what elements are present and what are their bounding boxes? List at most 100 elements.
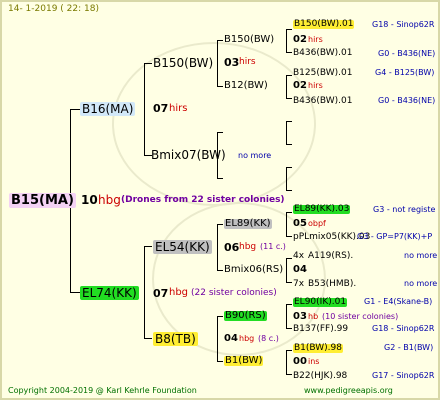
ss-queen-name[interactable]: B150(BW)	[153, 57, 213, 69]
ssd-mark: hirs	[308, 81, 323, 90]
dds-year: 04	[224, 333, 238, 344]
dsdd-ref: no more	[404, 279, 438, 288]
dddd-queen-name[interactable]: B22(HJK).98	[293, 372, 347, 381]
connector	[286, 282, 292, 283]
connector	[144, 246, 145, 338]
sssd-ref: G0 - B436(NE)	[378, 49, 436, 58]
dsdd-queen-name[interactable]: B53(HMB).	[308, 280, 356, 289]
dam-mark: hbg	[169, 287, 189, 298]
connector	[217, 224, 223, 225]
connector	[217, 40, 223, 41]
dam-year: 07	[153, 287, 169, 300]
dds-top-mark: hb	[308, 312, 319, 321]
footer-url[interactable]: www.pedigreeapis.org	[304, 387, 393, 395]
root-year: 10	[81, 193, 98, 207]
ds-mark: hbg	[239, 242, 257, 252]
ssss-ref: G18 - Sinop62R	[372, 20, 435, 29]
connector	[286, 190, 292, 191]
root-note: (Drones from 22 sister colonies)	[121, 195, 285, 205]
sire-year: 07	[153, 102, 169, 115]
dds-queen-name[interactable]: B90(RS)	[224, 311, 267, 321]
connector	[70, 109, 80, 110]
ddsd-queen-name[interactable]: B137(FF).99	[293, 325, 348, 334]
connector	[286, 350, 287, 374]
connector	[144, 63, 152, 64]
dss-queen-name[interactable]: EL89(KK)	[224, 219, 272, 229]
connector	[217, 132, 223, 133]
ddsd-ref: G18 - Sinop62R	[372, 324, 435, 333]
dsss-queen-name[interactable]: EL89(KK).03	[293, 205, 351, 214]
connector	[286, 374, 292, 375]
dsds-ref: no more	[404, 251, 438, 260]
ddds-ref: G2 - B1(BW)	[384, 343, 434, 352]
dd-queen-name[interactable]: B8(TB)	[153, 332, 198, 346]
connector	[286, 258, 287, 282]
sd-queen-name[interactable]: Bmix07(BW)	[151, 149, 226, 161]
sss-queen-name[interactable]: B150(BW)	[224, 35, 274, 45]
connector	[217, 316, 223, 317]
ssds-ref: G4 - B125(BW)	[375, 68, 435, 77]
ddss-queen-name[interactable]: EL90(IK).01	[293, 298, 348, 307]
sss-mark: hirs	[308, 35, 323, 44]
connector	[286, 29, 292, 30]
connector	[217, 40, 218, 86]
dss-mark: obpf	[308, 219, 326, 228]
connector	[286, 98, 292, 99]
connector	[217, 316, 218, 361]
connector	[217, 224, 218, 270]
connector	[286, 304, 287, 328]
root-mark: hbg	[98, 193, 121, 207]
ssd-year: 02	[293, 80, 307, 91]
connector	[286, 236, 292, 237]
connector	[286, 258, 292, 259]
connector	[70, 292, 80, 293]
dddd-ref: G17 - Sinop62R	[372, 371, 435, 380]
pedigree-panel: 14- 1-2019 ( 22: 18) Copyright 2004-2019…	[0, 0, 440, 400]
dds-mark: hbg	[239, 334, 255, 343]
connector	[286, 304, 292, 305]
dsds-prefix: 4x	[293, 251, 305, 261]
ddd-queen-name[interactable]: B1(BW)	[224, 356, 264, 366]
dss-year: 05	[293, 218, 307, 229]
ssd-queen-name[interactable]: B12(BW)	[224, 81, 268, 91]
connector	[217, 270, 223, 271]
header-date: 14- 1-2019 ( 22: 18)	[8, 4, 99, 14]
connector	[286, 167, 287, 190]
connector	[286, 121, 292, 122]
connector	[286, 75, 287, 98]
connector	[217, 361, 223, 362]
ssdd-queen-name[interactable]: B436(BW).01	[293, 97, 352, 106]
connector	[286, 52, 292, 53]
ds-year: 06	[224, 241, 240, 254]
ds-queen-name[interactable]: EL54(KK)	[153, 240, 212, 254]
connector	[286, 167, 292, 168]
connector	[286, 328, 292, 329]
ddds-queen-name[interactable]: B1(BW).98	[293, 344, 343, 353]
connector	[286, 29, 287, 52]
ds-note: (11 c.)	[260, 242, 286, 251]
root-queen-name[interactable]: B15(MA)	[9, 193, 76, 208]
dds-note: (8 c.)	[258, 334, 279, 343]
dsd-year: 04	[293, 264, 307, 275]
dam-queen-name[interactable]: EL74(KK)	[80, 286, 139, 300]
dsds-queen-name[interactable]: A119(RS).	[308, 252, 353, 261]
connector	[144, 246, 152, 247]
ssds-queen-name[interactable]: B125(BW).01	[293, 69, 352, 78]
ssss-queen-name[interactable]: B150(BW).01	[293, 20, 355, 29]
connector	[217, 178, 223, 179]
connector	[144, 338, 152, 339]
sire-mark: hirs	[169, 103, 188, 114]
ddd-mark: ins	[308, 357, 320, 366]
sire-queen-name[interactable]: B16(MA)	[80, 102, 136, 116]
sssd-queen-name[interactable]: B436(BW).01	[293, 49, 352, 58]
connector	[286, 121, 287, 144]
dssd-ref: G3 - GP=P7(KK)+P	[357, 232, 433, 241]
connector	[286, 75, 292, 76]
ss-year: 03	[224, 56, 240, 69]
connector	[286, 144, 292, 145]
dsss-ref: G3 - not registe	[373, 205, 436, 214]
dsd-queen-name[interactable]: Bmix06(RS)	[224, 265, 283, 275]
connector	[286, 212, 287, 236]
ss-mark: hirs	[239, 57, 256, 67]
dds-top-note: (10 sister colonies)	[322, 312, 399, 321]
